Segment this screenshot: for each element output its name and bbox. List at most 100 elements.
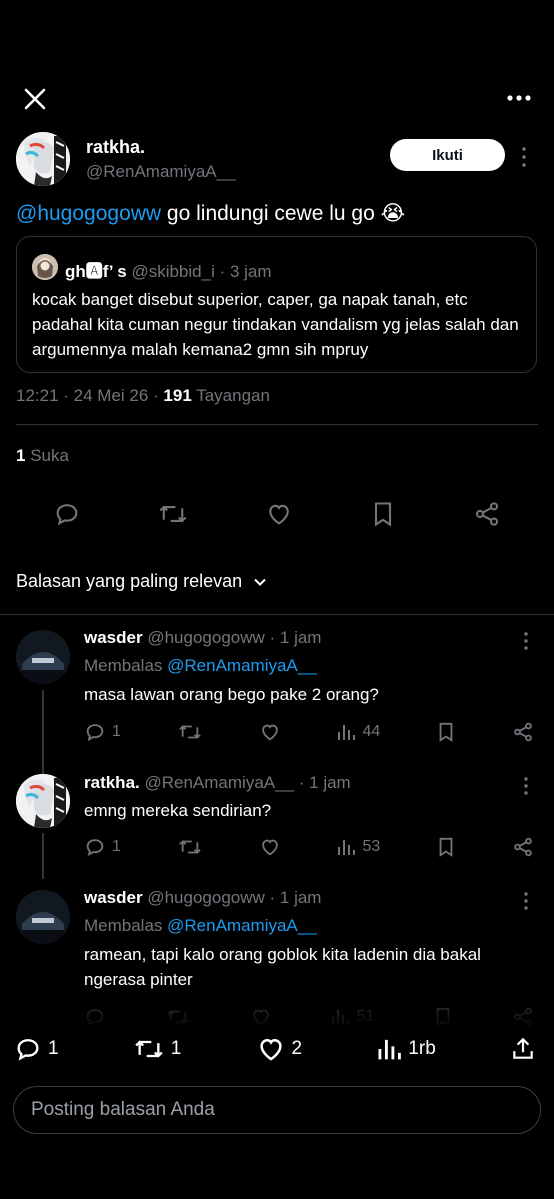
reply-button[interactable]: 1 xyxy=(84,836,121,858)
reply-actions: 1 53 xyxy=(84,836,534,858)
bottom-reply-button[interactable]: 1 xyxy=(14,1035,59,1063)
replying-to-link[interactable]: @RenAmamiyaA__ xyxy=(167,656,317,675)
views-button[interactable]: 53 xyxy=(336,837,380,857)
reply-time: · 1 jam xyxy=(269,888,322,907)
bottom-repost-button[interactable]: 1 xyxy=(133,1035,182,1063)
views-button[interactable]: 44 xyxy=(336,722,380,742)
follow-button[interactable]: Ikuti xyxy=(390,139,505,171)
reply-button[interactable] xyxy=(53,500,81,528)
reply-time: · 1 jam xyxy=(269,628,322,647)
reply-icon xyxy=(86,724,104,742)
repost-button[interactable] xyxy=(177,836,203,858)
bottom-repost-count: 1 xyxy=(170,1038,182,1059)
share-button[interactable] xyxy=(512,721,534,743)
replying-to-link[interactable]: @RenAmamiyaA__ xyxy=(167,916,317,935)
repost-icon xyxy=(135,1040,163,1058)
like-button[interactable] xyxy=(265,500,293,528)
divider xyxy=(0,614,554,615)
avatar[interactable] xyxy=(16,774,70,828)
analytics-icon xyxy=(338,840,356,855)
reply-time: · 1 jam xyxy=(298,773,351,792)
bottom-like-button[interactable]: 2 xyxy=(256,1034,303,1064)
analytics-icon xyxy=(338,725,356,740)
reply-input[interactable]: Posting balasan Anda xyxy=(13,1086,541,1134)
avatar[interactable] xyxy=(16,132,70,186)
avatar-cap-image xyxy=(16,630,70,684)
like-button[interactable] xyxy=(259,721,281,743)
reply-actions: 1 44 xyxy=(84,721,534,743)
chevron-down-icon xyxy=(254,578,266,586)
repost-icon xyxy=(159,505,187,523)
reply-text-line-1: ramean, tapi kalo orang goblok kita lade… xyxy=(84,945,481,964)
avatar-anime-image xyxy=(16,774,70,828)
post-timestamp: 12:21 · 24 Mei 26 · xyxy=(16,386,164,405)
bottom-action-bar: 1 1 2 1rb xyxy=(0,1025,554,1073)
close-icon xyxy=(24,88,46,110)
avatar[interactable] xyxy=(16,890,70,944)
share-icon xyxy=(514,837,532,857)
like-button[interactable] xyxy=(259,836,281,858)
post-actions xyxy=(0,500,554,528)
sort-replies-dropdown[interactable]: Balasan yang paling relevan xyxy=(16,571,268,592)
bottom-like-count: 2 xyxy=(291,1038,303,1059)
reply-count: 1 xyxy=(112,723,121,740)
likes-summary[interactable]: 1 Suka xyxy=(16,446,69,466)
mention-link[interactable]: @hugogogoww xyxy=(16,202,161,225)
quote-time: · 3 jam xyxy=(219,262,272,281)
reply-text: emng mereka sendirian? xyxy=(84,801,272,820)
reply-header: wasder @hugogogoww · 1 jam xyxy=(84,888,321,908)
heart-icon xyxy=(259,1038,282,1061)
quoted-post[interactable]: gh🅰f’ s @skibbid_i · 3 jam kocak banget … xyxy=(16,236,537,373)
views-label: Tayangan xyxy=(191,386,270,405)
more-vertical-icon xyxy=(522,147,526,167)
avatar[interactable] xyxy=(16,630,70,684)
bookmark-button[interactable] xyxy=(370,500,396,528)
reply-author-handle: @hugogogoww xyxy=(147,628,265,647)
share-icon xyxy=(475,502,498,526)
post-menu-button[interactable] xyxy=(520,146,528,168)
reply-text: masa lawan orang bego pake 2 orang? xyxy=(84,685,379,704)
heart-icon xyxy=(269,504,289,525)
reply-icon xyxy=(17,1039,39,1061)
avatar-cap-image xyxy=(16,890,70,944)
thread-line xyxy=(42,833,44,879)
bottom-share-button[interactable] xyxy=(510,1035,536,1063)
repost-icon xyxy=(179,840,201,854)
upload-share-icon xyxy=(513,1037,533,1059)
reply-menu-button[interactable] xyxy=(522,631,530,651)
close-button[interactable] xyxy=(22,86,48,112)
bookmark-button[interactable] xyxy=(436,721,456,743)
more-options-button[interactable] xyxy=(504,88,534,108)
bottom-views-button[interactable]: 1rb xyxy=(376,1036,436,1062)
views-count: 53 xyxy=(362,838,381,855)
reply-author-name[interactable]: ratkha. xyxy=(84,773,140,792)
sort-label: Balasan yang paling relevan xyxy=(16,571,243,591)
share-button[interactable] xyxy=(473,500,501,528)
replying-to: Membalas @RenAmamiyaA__ xyxy=(84,916,317,936)
repost-button[interactable] xyxy=(158,500,188,528)
repost-button[interactable] xyxy=(177,721,203,743)
bookmark-button[interactable] xyxy=(436,836,456,858)
author-name[interactable]: ratkha. xyxy=(86,137,145,158)
bookmark-icon xyxy=(439,722,453,742)
heart-icon xyxy=(261,839,278,856)
share-button[interactable] xyxy=(512,836,534,858)
reply-author-handle: @RenAmamiyaA__ xyxy=(144,773,295,792)
share-icon xyxy=(514,722,532,742)
reply-button[interactable]: 1 xyxy=(84,721,121,743)
reply-menu-button[interactable] xyxy=(522,776,530,796)
author-handle[interactable]: @RenAmamiyaA__ xyxy=(86,162,236,182)
quote-avatar xyxy=(32,254,58,280)
quote-header: gh🅰f’ s @skibbid_i · 3 jam xyxy=(65,257,272,282)
reply-menu-button[interactable] xyxy=(522,891,530,911)
divider xyxy=(16,424,538,425)
likes-label: Suka xyxy=(25,446,69,465)
quote-author-name: gh🅰f’ s xyxy=(65,262,127,281)
more-horizontal-icon xyxy=(507,95,531,101)
reply-author-name[interactable]: wasder xyxy=(84,888,143,907)
reply-text-line-2: ngerasa pinter xyxy=(84,970,193,989)
reply-author-name[interactable]: wasder xyxy=(84,628,143,647)
reply-author-handle: @hugogogoww xyxy=(147,888,265,907)
quote-avatar-image xyxy=(32,254,58,280)
reply-header: ratkha. @RenAmamiyaA__ · 1 jam xyxy=(84,773,351,793)
